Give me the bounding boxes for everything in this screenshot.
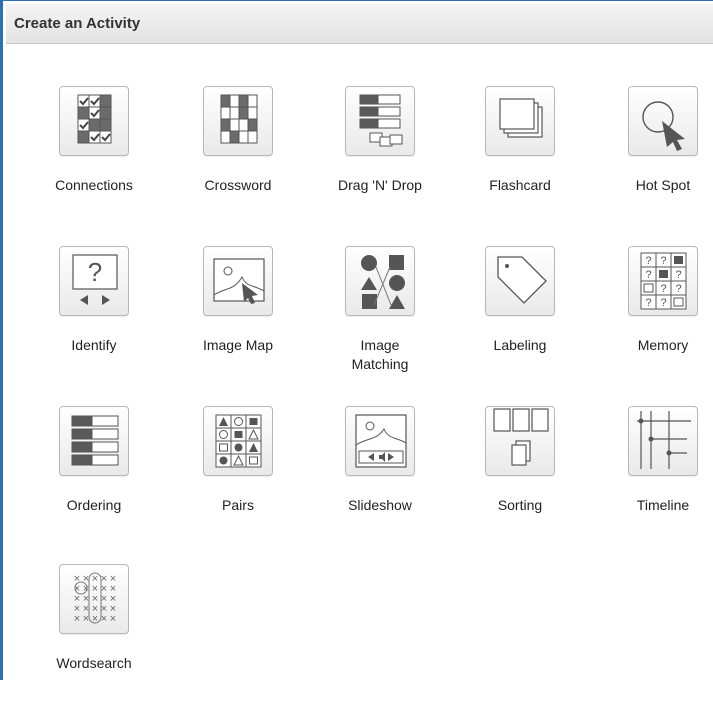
svg-text:?: ? xyxy=(675,283,681,295)
activity-label: Image Matching xyxy=(351,337,409,372)
activity-label: Crossword xyxy=(204,177,272,193)
pairs-icon xyxy=(203,406,273,476)
sorting-icon xyxy=(485,406,555,476)
svg-text:?: ? xyxy=(645,269,651,281)
activity-image-matching[interactable]: Image Matching xyxy=(320,246,440,386)
activity-drag-n-drop[interactable]: Drag 'N' Drop xyxy=(320,86,440,226)
activity-timeline[interactable]: Timeline xyxy=(603,406,713,546)
labeling-icon xyxy=(485,246,555,316)
wordsearch-icon: × × × × × × × × × × × × × × × × × × × × × × × × × xyxy=(59,564,129,634)
crossword-icon xyxy=(203,86,273,156)
svg-text:?: ? xyxy=(88,257,102,287)
identify-icon: ? xyxy=(59,246,129,316)
svg-text:?: ? xyxy=(660,255,666,267)
activity-label: Slideshow xyxy=(348,497,412,513)
svg-text:?: ? xyxy=(660,297,666,309)
activity-wordsearch[interactable]: × × × × × × × × × × × × × × × × × × × × × × × × × Wordsearch xyxy=(34,564,154,704)
activity-slideshow[interactable]: Slideshow xyxy=(320,406,440,546)
activity-label: Ordering xyxy=(66,497,122,513)
connections-icon xyxy=(59,86,129,156)
create-activity-panel: Create an Activity Connections Crossword… xyxy=(0,0,713,680)
activity-label: Hot Spot xyxy=(635,177,691,193)
activity-sorting[interactable]: Sorting xyxy=(460,406,580,546)
svg-text:×: × xyxy=(83,613,89,625)
activity-ordering[interactable]: Ordering xyxy=(34,406,154,546)
svg-text:×: × xyxy=(110,613,116,625)
activity-label: Connections xyxy=(55,177,133,193)
activity-label: Flashcard xyxy=(489,177,551,193)
timeline-icon xyxy=(628,406,698,476)
activity-label: Image Map xyxy=(202,337,274,353)
activity-crossword[interactable]: Crossword xyxy=(178,86,298,226)
activity-connections[interactable]: Connections xyxy=(34,86,154,226)
activity-label: Drag 'N' Drop xyxy=(338,177,422,193)
activity-label: Sorting xyxy=(497,497,543,513)
svg-text:?: ? xyxy=(645,255,651,267)
svg-text:?: ? xyxy=(645,297,651,309)
activity-label: Timeline xyxy=(636,497,690,513)
activity-image-map[interactable]: Image Map xyxy=(178,246,298,386)
svg-text:×: × xyxy=(101,613,107,625)
activity-label: Wordsearch xyxy=(56,655,132,671)
activity-memory[interactable]: ?? ?? ?? ?? Memory xyxy=(603,246,713,386)
activity-flashcard[interactable]: Flashcard xyxy=(460,86,580,226)
activity-label: Memory xyxy=(637,337,689,353)
activity-label: Labeling xyxy=(493,337,547,353)
ordering-icon xyxy=(59,406,129,476)
activity-label: Identify xyxy=(71,337,117,353)
drag-n-drop-icon xyxy=(345,86,415,156)
activity-identify[interactable]: ? Identify xyxy=(34,246,154,386)
svg-text:?: ? xyxy=(660,283,666,295)
activity-hot-spot[interactable]: Hot Spot xyxy=(603,86,713,226)
flashcard-icon xyxy=(485,86,555,156)
activity-pairs[interactable]: Pairs xyxy=(178,406,298,546)
memory-icon: ?? ?? ?? ?? xyxy=(628,246,698,316)
panel-title: Create an Activity xyxy=(14,15,141,32)
svg-text:?: ? xyxy=(675,269,681,281)
activity-labeling[interactable]: Labeling xyxy=(460,246,580,386)
svg-text:×: × xyxy=(74,613,80,625)
hot-spot-icon xyxy=(628,86,698,156)
panel-header: Create an Activity xyxy=(6,4,713,44)
image-map-icon xyxy=(203,246,273,316)
image-matching-icon xyxy=(345,246,415,316)
slideshow-icon xyxy=(345,406,415,476)
activity-label: Pairs xyxy=(222,497,254,513)
